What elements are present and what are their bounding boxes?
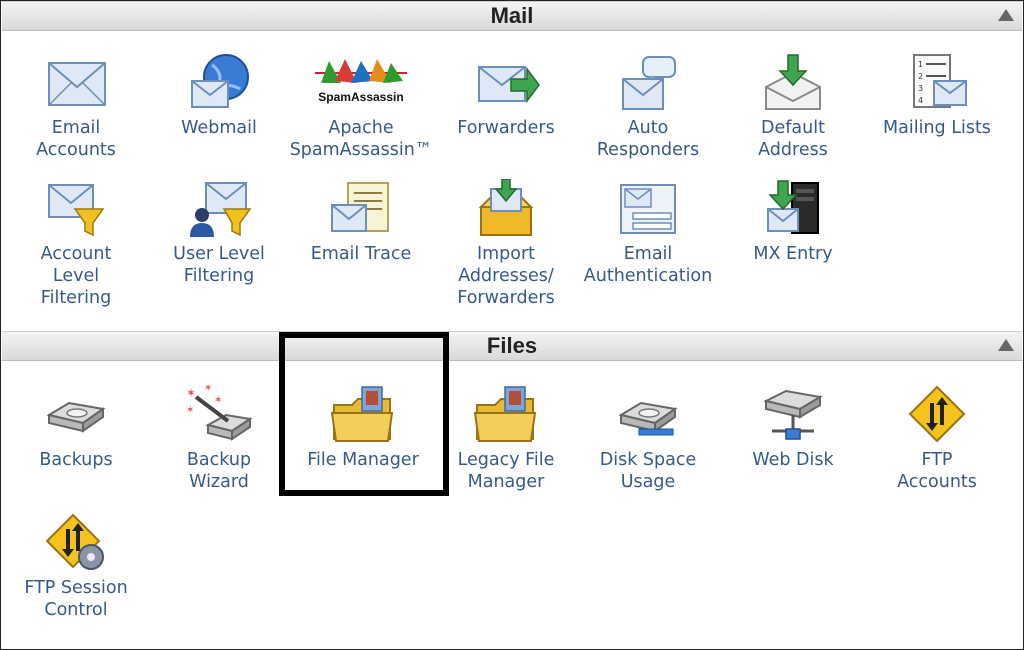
spamassassin-logo-text: SpamAssassin xyxy=(318,90,403,104)
account-level-filtering-item[interactable]: Account Level Filtering xyxy=(1,179,151,309)
backup-wizard-label: Backup Wizard xyxy=(186,450,252,492)
email-authentication-item[interactable]: Email Authentication xyxy=(573,179,723,287)
ftp-gear-icon xyxy=(45,513,104,570)
import-addresses-label: Import Addresses/ Forwarders xyxy=(457,244,555,308)
mailing-lists-item[interactable]: 1 2 3 4 Mailing Lists xyxy=(862,53,1012,139)
svg-text:4: 4 xyxy=(918,96,923,105)
svg-text:2: 2 xyxy=(918,72,923,81)
ftp-accounts-item[interactable]: FTP Accounts xyxy=(862,385,1012,493)
mx-entry-label: MX Entry xyxy=(753,244,833,264)
files-section-title: Files xyxy=(486,333,538,358)
spamassassin-item[interactable]: SpamAssassin Apache SpamAssassin™ xyxy=(286,53,436,161)
legacy-file-manager-label: Legacy File Manager xyxy=(457,450,555,492)
account-level-filtering-label: Account Level Filtering xyxy=(40,244,112,308)
speech-envelope-icon xyxy=(622,56,676,110)
email-accounts-label: Email Accounts xyxy=(36,118,116,160)
server-arrow-icon xyxy=(767,180,819,234)
globe-envelope-icon xyxy=(191,54,249,108)
mail-section-title: Mail xyxy=(490,3,534,28)
forwarders-item[interactable]: Forwarders xyxy=(431,53,581,139)
envelope-icon xyxy=(48,62,106,106)
backup-wizard-item[interactable]: ✶ ✶ ✶ ✶ Backup Wizard xyxy=(144,385,294,493)
svg-text:✶: ✶ xyxy=(186,405,194,416)
legacy-file-manager-item[interactable]: Legacy File Manager xyxy=(431,385,581,493)
disk-usage-icon xyxy=(618,401,678,436)
legacy-folder-icon xyxy=(473,386,537,442)
auth-card-icon xyxy=(620,184,676,234)
svg-text:1: 1 xyxy=(918,60,923,69)
file-manager-highlight xyxy=(279,332,449,496)
spamassassin-logo-icon: SpamAssassin xyxy=(315,59,407,104)
spamassassin-label: Apache SpamAssassin™ xyxy=(289,118,433,160)
user-filter-icon xyxy=(190,182,252,237)
collapse-files-icon[interactable] xyxy=(998,339,1014,351)
disk-space-usage-label: Disk Space Usage xyxy=(599,450,697,492)
collapse-mail-icon[interactable] xyxy=(998,9,1014,21)
backups-label: Backups xyxy=(39,450,113,470)
svg-text:✶: ✶ xyxy=(186,386,196,400)
mx-entry-item[interactable]: MX Entry xyxy=(718,179,868,265)
disk-space-usage-item[interactable]: Disk Space Usage xyxy=(573,385,723,493)
auto-responders-item[interactable]: Auto Responders xyxy=(573,53,723,161)
email-accounts-item[interactable]: Email Accounts xyxy=(1,53,151,161)
mail-section-header[interactable]: Mail xyxy=(2,1,1022,31)
import-addresses-item[interactable]: Import Addresses/ Forwarders xyxy=(431,179,581,309)
webmail-label: Webmail xyxy=(181,118,257,138)
backups-item[interactable]: Backups xyxy=(1,385,151,471)
cpanel-frame: Mail Email Accounts Webmail SpamAssassin… xyxy=(0,0,1024,650)
email-authentication-label: Email Authentication xyxy=(583,244,713,286)
ftp-session-control-label: FTP Session Control xyxy=(24,578,128,620)
user-level-filtering-label: User Level Filtering xyxy=(173,244,265,286)
inbox-arrow-icon xyxy=(765,54,821,110)
default-address-label: Default Address xyxy=(758,118,828,160)
email-trace-label: Email Trace xyxy=(310,244,412,264)
default-address-item[interactable]: Default Address xyxy=(718,53,868,161)
forward-envelope-icon xyxy=(478,66,540,104)
hard-drive-icon xyxy=(46,401,106,433)
svg-text:✶: ✶ xyxy=(204,385,212,394)
ftp-sign-icon xyxy=(908,385,966,443)
email-trace-item[interactable]: Email Trace xyxy=(286,179,436,265)
files-section-header[interactable]: Files xyxy=(2,331,1022,361)
user-level-filtering-item[interactable]: User Level Filtering xyxy=(144,179,294,287)
webmail-item[interactable]: Webmail xyxy=(144,53,294,139)
trace-envelope-icon xyxy=(331,182,389,232)
svg-text:3: 3 xyxy=(918,84,923,93)
ftp-accounts-label: FTP Accounts xyxy=(897,450,977,492)
mailing-lists-label: Mailing Lists xyxy=(883,118,991,138)
auto-responders-label: Auto Responders xyxy=(596,118,700,160)
list-envelope-icon: 1 2 3 4 xyxy=(913,54,967,108)
wizard-drive-icon: ✶ ✶ ✶ ✶ xyxy=(186,385,253,441)
ftp-session-control-item[interactable]: FTP Session Control xyxy=(1,513,151,621)
web-disk-item[interactable]: Web Disk xyxy=(718,385,868,471)
forwarders-label: Forwarders xyxy=(457,118,555,138)
network-drive-icon xyxy=(763,389,823,440)
import-box-icon xyxy=(478,179,534,236)
web-disk-label: Web Disk xyxy=(752,450,834,470)
filter-envelope-icon xyxy=(48,184,105,237)
svg-text:✶: ✶ xyxy=(214,395,222,406)
